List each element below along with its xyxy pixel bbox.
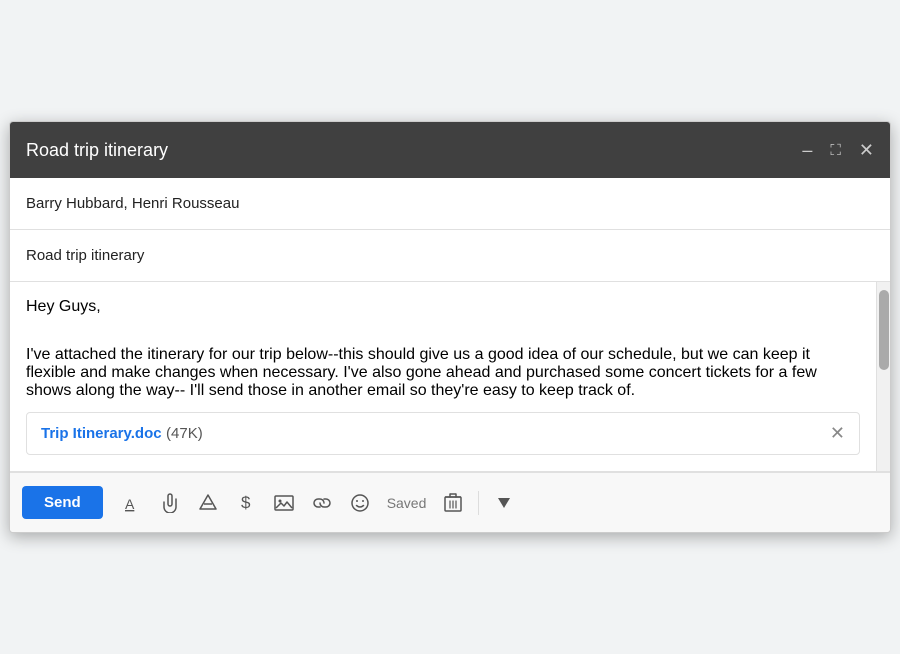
image-icon[interactable]: [267, 486, 301, 520]
attach-icon[interactable]: [153, 486, 187, 520]
body-scroll[interactable]: Hey Guys, I've attached the itinerary fo…: [10, 282, 876, 471]
to-value: Barry Hubbard, Henri Rousseau: [26, 195, 239, 212]
title-bar: Road trip itinerary – ⛶ ✕: [10, 122, 890, 178]
formatting-icon[interactable]: A: [115, 486, 149, 520]
scrollbar-thumb[interactable]: [879, 290, 889, 370]
emoji-icon[interactable]: [343, 486, 377, 520]
send-button[interactable]: Send: [22, 486, 103, 519]
body-greeting: Hey Guys,: [26, 298, 860, 316]
title-bar-controls: – ⛶ ✕: [802, 141, 874, 159]
toolbar: Send A $: [10, 472, 890, 532]
attachment-size: (47K): [166, 425, 203, 442]
close-icon[interactable]: ✕: [859, 141, 874, 159]
link-icon[interactable]: [305, 486, 339, 520]
maximize-icon[interactable]: ⛶: [830, 143, 841, 158]
drive-icon[interactable]: [191, 486, 225, 520]
compose-window: Road trip itinerary – ⛶ ✕ Barry Hubbard,…: [9, 121, 891, 533]
minimize-icon[interactable]: –: [802, 141, 812, 159]
money-icon[interactable]: $: [229, 486, 263, 520]
attachment-remove-button[interactable]: ✕: [830, 423, 845, 444]
subject-field[interactable]: Road trip itinerary: [10, 230, 890, 282]
attachment-item: Trip Itinerary.doc (47K) ✕: [26, 412, 860, 455]
delete-icon[interactable]: [436, 486, 470, 520]
body-paragraph: I've attached the itinerary for our trip…: [26, 346, 860, 400]
toolbar-divider: [478, 491, 479, 515]
svg-text:A: A: [125, 496, 135, 512]
attachment-name: Trip Itinerary.doc: [41, 425, 162, 442]
more-options-icon[interactable]: [487, 486, 521, 520]
to-field[interactable]: Barry Hubbard, Henri Rousseau: [10, 178, 890, 230]
saved-indicator: Saved: [387, 495, 427, 511]
subject-value: Road trip itinerary: [26, 247, 144, 264]
body-wrapper: Hey Guys, I've attached the itinerary fo…: [10, 282, 890, 472]
scrollbar-track[interactable]: [876, 282, 890, 471]
compose-title: Road trip itinerary: [26, 140, 168, 161]
